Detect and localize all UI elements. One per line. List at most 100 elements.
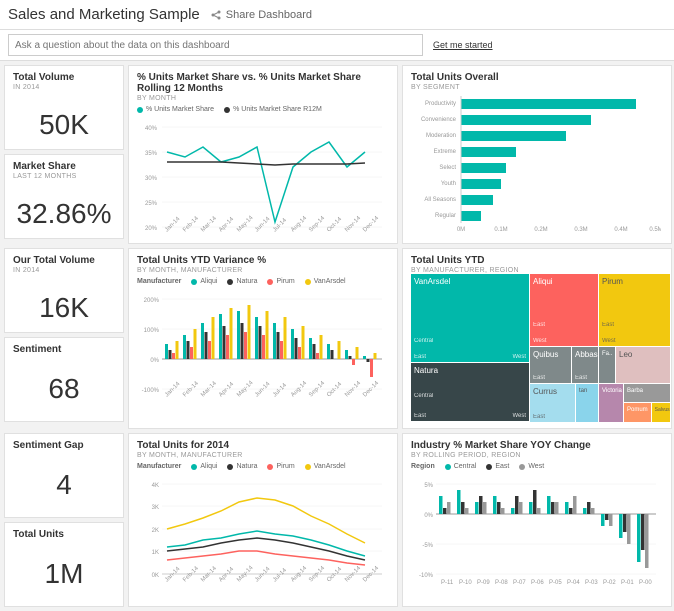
kpi-value: 1M (13, 540, 115, 602)
svg-text:P-06: P-06 (531, 580, 544, 586)
kpi-sentiment-gap[interactable]: Sentiment Gap 4 (4, 433, 124, 518)
legend-item: VanArsdel (314, 463, 346, 470)
svg-text:100%: 100% (144, 328, 160, 334)
tile-subtitle: BY MONTH (137, 95, 389, 102)
tile-subtitle: BY ROLLING PERIOD, REGION (411, 452, 663, 459)
legend-item: West (528, 463, 544, 470)
grouped-bar-chart-yoy: 5%0%-5%-10% P-11P-10P-09P-08P-07P-06P-05… (411, 474, 661, 589)
svg-text:5%: 5% (424, 483, 433, 489)
svg-text:Convenience: Convenience (421, 117, 457, 123)
tm-label: VanArsdel (414, 277, 450, 286)
svg-text:0.5M: 0.5M (649, 227, 661, 233)
svg-text:Jun-14: Jun-14 (254, 216, 272, 234)
qa-input[interactable] (8, 34, 423, 56)
chart-legend: Region Central East West (411, 463, 663, 470)
svg-text:0.4M: 0.4M (614, 227, 627, 233)
kpi-our-total-volume[interactable]: Our Total Volume IN 2014 16K (4, 248, 124, 333)
svg-text:Regular: Regular (435, 213, 456, 219)
chart-legend: % Units Market Share % Units Market Shar… (137, 106, 389, 113)
svg-text:Moderation: Moderation (426, 133, 456, 139)
tm-region: East (575, 375, 587, 381)
tm-region: East (602, 322, 614, 328)
tile-title: Total Units Overall (411, 72, 663, 83)
share-button[interactable]: Share Dashboard (210, 9, 312, 21)
tile-title: Industry % Market Share YOY Change (411, 440, 663, 451)
kpi-total-volume[interactable]: Total Volume IN 2014 50K (4, 65, 124, 150)
tm-label: Victoria (602, 388, 622, 394)
tm-region: East (533, 375, 545, 381)
tile-title: Market Share (13, 161, 115, 172)
legend-item: Aliqui (200, 463, 217, 470)
tile-treemap[interactable]: Total Units YTD BY MANUFACTURER, REGION … (402, 248, 672, 429)
svg-text:P-08: P-08 (495, 580, 508, 586)
legend-label: Manufacturer (137, 463, 181, 470)
svg-text:Jun-14: Jun-14 (254, 566, 272, 584)
tile-title: Total Volume (13, 72, 115, 83)
kpi-sentiment[interactable]: Sentiment 68 (4, 337, 124, 422)
tm-region: West (512, 413, 526, 419)
svg-text:0.2M: 0.2M (534, 227, 547, 233)
svg-text:May-14: May-14 (236, 215, 255, 234)
kpi-value: 16K (13, 274, 115, 333)
svg-text:0.3M: 0.3M (574, 227, 587, 233)
kpi-value: 50K (13, 91, 115, 150)
svg-text:P-02: P-02 (603, 580, 616, 586)
get-started-link[interactable]: Get me started (433, 40, 493, 50)
tile-subtitle: BY MONTH, MANUFACTURER (137, 452, 389, 459)
kpi-market-share[interactable]: Market Share LAST 12 MONTHS 32.86% (4, 154, 124, 239)
tm-label: Salvus (655, 407, 670, 413)
kpi-value: 68 (13, 355, 115, 417)
svg-text:P-09: P-09 (477, 580, 490, 586)
tile-market-share-line[interactable]: % Units Market Share vs. % Units Market … (128, 65, 398, 244)
svg-text:P-11: P-11 (441, 580, 454, 586)
line-chart: 40% 35% 30% 25% 20% Jan-14Feb-14Mar-14Ap… (137, 117, 387, 237)
multi-line-chart: 4K3K2K1K0K Jan-14Feb-14Mar-14Apr-14May-1… (137, 474, 387, 589)
tile-subtitle: IN 2014 (13, 267, 115, 274)
treemap-chart: VanArsdel East West Central Natura Centr… (411, 274, 663, 422)
legend-label: Manufacturer (137, 278, 181, 285)
tile-variance[interactable]: Total Units YTD Variance % BY MONTH, MAN… (128, 248, 398, 429)
svg-text:40%: 40% (145, 126, 158, 132)
svg-text:20%: 20% (145, 226, 158, 232)
tm-label: Pirum (602, 277, 623, 286)
svg-text:Jul-14: Jul-14 (272, 382, 288, 398)
dashboard-header: Sales and Marketing Sample Share Dashboa… (0, 0, 674, 30)
tm-label: Fa.. (602, 351, 612, 357)
svg-text:0%: 0% (150, 358, 159, 364)
svg-text:All Seasons: All Seasons (424, 197, 456, 203)
tm-label: Leo (619, 350, 632, 359)
tile-total-units-overall[interactable]: Total Units Overall BY SEGMENT Productiv… (402, 65, 672, 244)
svg-text:4K: 4K (152, 483, 159, 489)
svg-text:Apr-14: Apr-14 (218, 381, 235, 398)
svg-text:Dec-14: Dec-14 (362, 215, 380, 233)
tile-units-2014[interactable]: Total Units for 2014 BY MONTH, MANUFACTU… (128, 433, 398, 607)
svg-text:Apr-14: Apr-14 (218, 216, 235, 233)
tile-subtitle: LAST 12 MONTHS (13, 173, 115, 180)
tile-title: Sentiment Gap (13, 440, 115, 451)
svg-text:Select: Select (439, 165, 456, 171)
dashboard-grid: Total Volume IN 2014 50K Market Share LA… (0, 61, 674, 611)
qa-row: Get me started (0, 30, 674, 61)
svg-text:1K: 1K (152, 550, 159, 556)
svg-text:Apr-14: Apr-14 (218, 566, 235, 583)
kpi-value: 4 (13, 451, 115, 513)
svg-text:P-00: P-00 (639, 580, 652, 586)
svg-text:25%: 25% (145, 201, 158, 207)
svg-text:Productivity: Productivity (425, 101, 456, 107)
svg-text:P-04: P-04 (567, 580, 580, 586)
svg-text:Jul-14: Jul-14 (272, 567, 288, 583)
svg-text:Feb-14: Feb-14 (182, 380, 200, 398)
tm-region: West (533, 338, 547, 344)
tm-label: Quibus (533, 350, 558, 359)
legend-item: VanArsdel (314, 278, 346, 285)
tm-region: East (533, 322, 545, 328)
svg-text:-5%: -5% (422, 543, 433, 549)
svg-text:Sep-14: Sep-14 (308, 215, 326, 233)
tile-yoy[interactable]: Industry % Market Share YOY Change BY RO… (402, 433, 672, 607)
kpi-value: 32.86% (13, 180, 115, 239)
tm-region: Central (414, 338, 433, 344)
svg-text:Jan-14: Jan-14 (164, 381, 182, 399)
legend-item: Pirum (276, 463, 294, 470)
tile-title: Total Units (13, 529, 115, 540)
kpi-total-units[interactable]: Total Units 1M (4, 522, 124, 607)
